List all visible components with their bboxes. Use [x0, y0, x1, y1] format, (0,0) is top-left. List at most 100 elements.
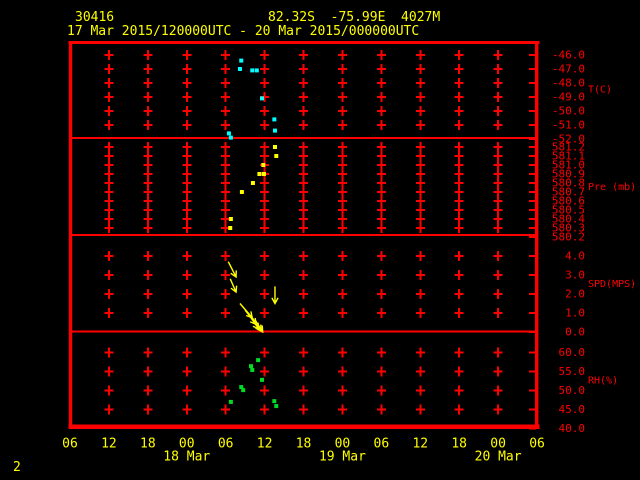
grid-plus [415, 255, 425, 257]
grid-plus [104, 274, 114, 276]
grid-plus [415, 191, 425, 193]
grid-plus [299, 227, 309, 229]
grid-plus [143, 274, 153, 276]
y-tick-label: 50.0 [559, 384, 586, 397]
pressure-point [239, 190, 244, 194]
grid-plus [493, 274, 503, 276]
grid-plus [454, 182, 464, 184]
grid-plus [104, 191, 114, 193]
grid-plus [260, 255, 270, 257]
pressure-point [261, 163, 266, 167]
grid-plus [260, 218, 270, 220]
x-hour-label: 06 [218, 437, 234, 452]
grid-plus [415, 408, 425, 411]
grid-plus [376, 173, 386, 175]
right-axis-tick [529, 200, 536, 202]
grid-plus [182, 408, 192, 411]
grid-plus [299, 191, 309, 193]
grid-plus [104, 293, 114, 295]
grid-plus [182, 146, 192, 148]
grid-plus [493, 218, 503, 220]
grid-plus [182, 182, 192, 184]
grid-plus [182, 293, 192, 295]
right-axis-tick [529, 82, 536, 84]
grid-plus [415, 146, 425, 148]
grid-plus [221, 96, 231, 98]
temperature-point [272, 128, 277, 133]
grid-plus [454, 200, 464, 202]
pressure-point [261, 172, 266, 176]
grid-plus [376, 164, 386, 166]
grid-plus [337, 173, 347, 175]
grid-plus [104, 82, 114, 84]
grid-plus [493, 227, 503, 229]
right-axis-tick [529, 255, 536, 257]
grid-plus [143, 182, 153, 184]
grid-plus [337, 312, 347, 314]
grid-plus [415, 54, 425, 56]
grid-plus [493, 164, 503, 166]
grid-plus [221, 164, 231, 166]
y-tick-label: 580.2 [552, 231, 585, 244]
grid-plus [299, 351, 309, 354]
grid-plus [143, 227, 153, 229]
relative_humidity-point [256, 358, 261, 363]
grid-plus [415, 370, 425, 373]
y-tick-label: -51.0 [552, 119, 585, 132]
grid-plus [454, 209, 464, 211]
grid-plus [415, 351, 425, 354]
grid-plus [454, 110, 464, 112]
right-axis-tick [529, 146, 536, 148]
grid-plus [299, 389, 309, 392]
relative_humidity-point [248, 364, 253, 369]
grid-plus [493, 182, 503, 184]
grid-plus [260, 191, 270, 193]
grid-plus [260, 155, 270, 157]
grid-plus [143, 408, 153, 411]
grid-plus [415, 124, 425, 126]
grid-plus [337, 54, 347, 56]
pressure-point [272, 145, 277, 149]
grid-plus [143, 312, 153, 314]
chart-border-left [68, 41, 73, 429]
y-tick-label: -50.0 [552, 105, 585, 118]
grid-plus [143, 293, 153, 295]
grid-plus [104, 173, 114, 175]
grid-plus [104, 155, 114, 157]
grid-plus [415, 155, 425, 157]
temperature-point [228, 135, 233, 140]
grid-plus [104, 370, 114, 373]
grid-plus [182, 312, 192, 314]
grid-plus [260, 351, 270, 354]
grid-plus [376, 146, 386, 148]
grid-plus [260, 312, 270, 314]
grid-plus [221, 182, 231, 184]
grid-plus [415, 164, 425, 166]
grid-plus [299, 370, 309, 373]
grid-plus [376, 110, 386, 112]
grid-plus [260, 146, 270, 148]
x-hour-label: 06 [62, 437, 78, 452]
relative_humidity-point [250, 367, 255, 372]
grid-plus [493, 191, 503, 193]
grid-plus [143, 200, 153, 202]
panel-divider [70, 330, 537, 333]
right-axis-tick [529, 293, 536, 295]
x-hour-label: 12 [257, 437, 273, 452]
pressure-point [257, 172, 262, 176]
right-axis-tick [529, 138, 536, 140]
grid-plus [104, 146, 114, 148]
grid-plus [104, 351, 114, 354]
grid-plus [454, 274, 464, 276]
grid-plus [143, 124, 153, 126]
grid-plus [182, 68, 192, 70]
grid-plus [415, 182, 425, 184]
right-axis-tick [529, 312, 536, 314]
relative_humidity-point [260, 377, 265, 382]
x-date-label: 20 Mar [475, 450, 522, 465]
panel-divider [70, 234, 537, 236]
grid-plus [299, 209, 309, 211]
grid-plus [415, 96, 425, 98]
grid-plus [493, 389, 503, 392]
grid-plus [221, 110, 231, 112]
